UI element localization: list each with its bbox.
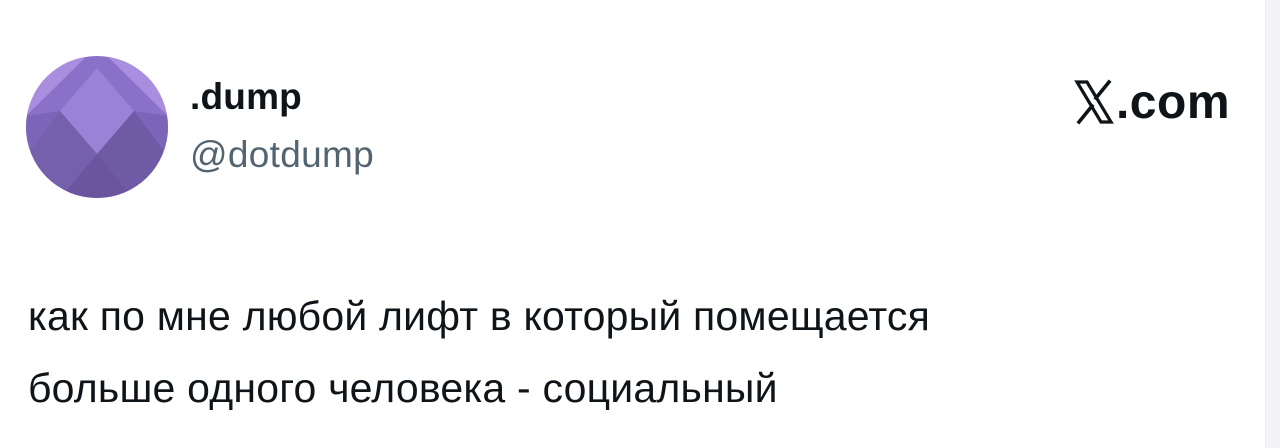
tweet-card: .dump @dotdump .com как по мне любой лиф… (0, 0, 1280, 448)
scrollbar-track[interactable] (1265, 0, 1280, 448)
tweet-text: как по мне любой лифт в который помещает… (28, 280, 1238, 424)
purple-diamond-avatar-icon (26, 56, 168, 198)
brand-domain-label: .com (1115, 75, 1230, 129)
author-handle[interactable]: @dotdump (190, 134, 374, 176)
tweet-text-line: больше одного человека - социальный (28, 365, 778, 411)
avatar[interactable] (26, 56, 168, 198)
author-display-name[interactable]: .dump (190, 76, 302, 118)
tweet-text-line: как по мне любой лифт в который помещает… (28, 293, 931, 339)
x-brand[interactable]: .com (1074, 72, 1230, 132)
x-logo-icon (1074, 79, 1114, 125)
